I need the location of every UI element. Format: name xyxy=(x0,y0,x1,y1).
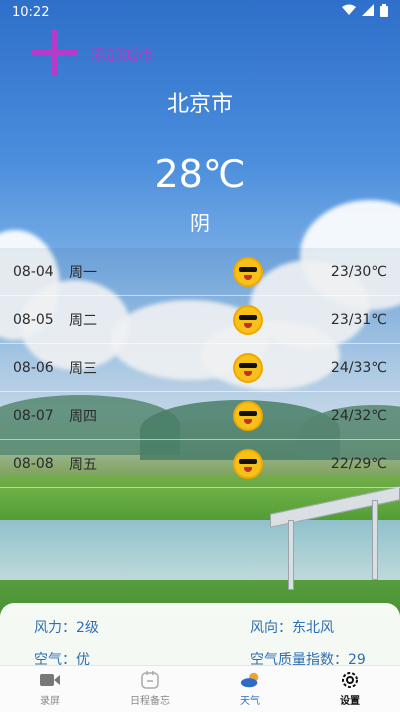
status-bar: 10:22 xyxy=(0,0,400,24)
tab-screen-record[interactable]: 录屏 xyxy=(0,666,100,712)
forecast-row: 08-07 周四 24/32℃ xyxy=(0,392,400,440)
sun-sunglasses-icon xyxy=(235,402,261,429)
sun-sunglasses-icon xyxy=(235,354,261,381)
wifi-icon xyxy=(342,4,356,20)
forecast-temp-range: 24/33℃ xyxy=(330,359,387,376)
forecast-date: 08-06 xyxy=(13,359,54,376)
forecast-row: 08-04 周一 23/30℃ xyxy=(0,248,400,296)
forecast-date: 08-05 xyxy=(13,311,54,328)
tab-settings[interactable]: 设置 xyxy=(300,666,400,712)
status-time: 10:22 xyxy=(12,4,50,20)
air-quality-index: 空气质量指数：29 xyxy=(250,652,366,665)
tab-weather[interactable]: 天气 xyxy=(200,666,300,712)
forecast-weekday: 周五 xyxy=(69,456,97,473)
sun-sunglasses-icon xyxy=(235,450,261,477)
current-temperature: 28℃ xyxy=(154,152,246,196)
forecast-weekday: 周三 xyxy=(69,360,97,377)
forecast-date: 08-04 xyxy=(13,263,54,280)
forecast-weekday: 周二 xyxy=(69,312,97,329)
tab-label: 天气 xyxy=(240,696,260,707)
tab-label: 日程备忘 xyxy=(130,696,170,707)
air-quality: 空气：优 xyxy=(34,652,90,665)
forecast-weekday: 周四 xyxy=(69,408,97,425)
weather-icon xyxy=(240,671,260,689)
tab-label: 设置 xyxy=(340,696,360,707)
forecast-date: 08-07 xyxy=(13,407,54,424)
forecast-temp-range: 24/32℃ xyxy=(330,407,387,424)
forecast-temp-range: 23/30℃ xyxy=(330,263,387,280)
forecast-row: 08-08 周五 22/29℃ xyxy=(0,440,400,488)
forecast-weekday: 周一 xyxy=(69,264,97,281)
wind-direction: 风向：东北风 xyxy=(250,620,334,636)
tab-label: 录屏 xyxy=(40,696,60,707)
sun-sunglasses-icon xyxy=(235,306,261,333)
forecast-row: 08-06 周三 24/33℃ xyxy=(0,344,400,392)
add-city-button[interactable]: 添加城市 xyxy=(32,30,154,76)
tab-schedule-memo[interactable]: 日程备忘 xyxy=(100,666,200,712)
forecast-row: 08-05 周二 23/31℃ xyxy=(0,296,400,344)
video-icon xyxy=(40,671,60,689)
battery-icon xyxy=(380,3,388,21)
forecast-list: 08-04 周一 23/30℃ 08-05 周二 23/31℃ 08-06 周三… xyxy=(0,248,400,488)
forecast-temp-range: 23/31℃ xyxy=(330,311,387,328)
bottom-tab-bar: 录屏 日程备忘 天气 设置 xyxy=(0,665,400,712)
sun-sunglasses-icon xyxy=(235,258,261,285)
forecast-temp-range: 22/29℃ xyxy=(330,455,387,472)
weather-condition: 阴 xyxy=(190,211,210,235)
wind-power: 风力：2级 xyxy=(34,620,99,636)
forecast-date: 08-08 xyxy=(13,455,54,472)
signal-icon xyxy=(362,4,374,20)
calendar-icon xyxy=(140,671,160,689)
add-city-label: 添加城市 xyxy=(90,45,155,64)
weather-details-panel[interactable]: 风力：2级 风向：东北风 空气：优 空气质量指数：29 xyxy=(0,603,400,665)
plus-icon xyxy=(32,30,78,76)
gear-icon xyxy=(340,671,360,689)
city-name: 北京市 xyxy=(166,92,233,117)
